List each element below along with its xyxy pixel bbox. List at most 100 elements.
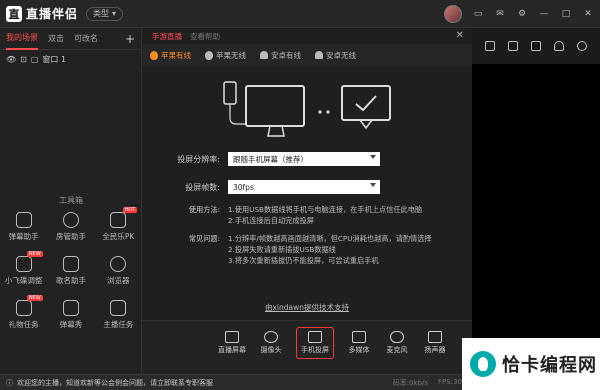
eye-icon[interactable]: 👁 [6,55,16,64]
browser-icon [110,256,127,272]
android-icon [260,51,268,59]
tab-double-click[interactable]: 双击 [48,28,64,50]
scene-tabs: 我的场景 双击 可改名 + [0,28,141,50]
tab-rename[interactable]: 可改名 [74,28,98,50]
screen-capture-button[interactable]: 直播屏幕 [218,331,246,355]
tab-label: 安卓有线 [271,50,301,60]
app-logo: 直 直播伴侣 [6,5,78,22]
tool-label: 全民乐PK [102,232,135,241]
scene-item[interactable]: 👁 ⊡ ▢ 窗口 1 [0,50,141,68]
tool-label: 弹幕助手 [8,232,39,241]
watermark-text: 恰卡编程网 [502,355,597,376]
tab-apple-wired[interactable]: 苹果有线 [150,50,191,61]
cable-line [229,104,246,125]
faq-line: 2.投屏失败请重新插拔USB数据线 [228,245,336,254]
watermark-logo-icon [470,351,496,377]
tool-anchor-task[interactable]: 主播任务 [95,300,142,336]
tool-ufo[interactable]: NEW 小飞碟调整 [0,251,47,292]
fps-label: 投屏帧数: [185,182,220,192]
close-icon[interactable]: ✕ [582,8,594,20]
tool-pk[interactable]: HOT 全民乐PK [95,207,142,248]
bitrate: 码率:0kb/s [392,379,429,387]
status-text: 欢迎您的主播，知道欢新等公会例会问题，请立即联系专职客服 [17,378,213,387]
mail-icon[interactable]: ✉ [494,8,506,20]
settings-icon[interactable] [577,41,588,51]
usage-label: 使用方法: [188,205,220,214]
close-icon[interactable]: ✕ [456,30,464,41]
chevron-down-icon: ▾ [112,9,117,18]
microphone-button[interactable]: 麦克风 [384,331,410,355]
show-icon [62,300,79,316]
speaker-button[interactable]: 扬声器 [422,331,448,355]
tab-android-wired[interactable]: 安卓有线 [260,50,301,61]
tool-room-admin[interactable]: 房管助手 [47,212,94,248]
logo-icon: 直 [6,5,22,22]
add-scene-button[interactable]: + [125,32,135,46]
help-link[interactable]: 查看帮助 [190,31,220,42]
resolution-value: 跟随手机屏幕（推荐） [233,154,308,164]
lock-icon[interactable]: ⊡ [20,55,27,64]
tool-browser[interactable]: 浏览器 [95,256,142,292]
apple-icon [205,50,213,60]
resolution-select[interactable]: 跟随手机屏幕（推荐） [228,152,380,166]
tool-label: 歌名助手 [55,276,86,285]
tab-my-scenes[interactable]: 我的场景 [6,28,38,50]
fps-row: 投屏帧数: 30fps [174,180,380,194]
scene-name: 窗口 1 [42,54,67,64]
tab-apple-wireless[interactable]: 苹果无线 [205,50,246,61]
music-icon [62,256,79,272]
app-window: 直 直播伴侣 类型 ▾ ▭ ✉ ⚙ — □ ✕ 我的场景 双击 可改名 + 👁 ⊡… [0,0,600,390]
tab-mobile-live[interactable]: 手游直播 [152,31,182,42]
mode-dropdown[interactable]: 类型 ▾ [86,6,124,21]
left-panel: 我的场景 双击 可改名 + 👁 ⊡ ▢ 窗口 1 工具箱 弹幕助手 房管助手 H… [0,28,142,374]
tool-label: 浏览器 [107,276,130,285]
tool-label: 礼物任务 [8,320,39,329]
faq-info: 常见问题: 1.分辨率/帧数越高画面越清晰，但CPU消耗也越高，请酌情选择 2.投… [174,233,432,266]
tool-gift-task[interactable]: NEW 礼物任务 [0,295,47,336]
preview-toolbar [472,28,600,64]
chevron-down-icon [370,183,376,187]
screen-base [359,119,373,130]
lock-icon[interactable] [507,41,518,51]
tech-support-link[interactable]: 由xindawn提供技术支持 [142,302,472,313]
mode-label: 类型 [93,9,110,18]
tab-android-wireless[interactable]: 安卓无线 [315,50,356,61]
monitor-stand [267,125,285,137]
projection-panel: 手游直播 查看帮助 ✕ 苹果有线 苹果无线 安卓有线 安卓无线 投屏分辨率: 跟… [142,28,472,374]
screen-icon [341,85,391,121]
stream-stats: 码率:0kb/s FPS:30 [393,378,462,388]
chat-icon[interactable] [484,41,495,51]
media-button[interactable]: 多媒体 [346,331,372,355]
button-label: 多媒体 [348,346,370,354]
tool-danmu-show[interactable]: 弹幕秀 [47,300,94,336]
faq-line: 3.将多次重新插拔仍不能投屏，可尝试重启手机 [228,256,379,265]
minimize-icon[interactable]: — [538,8,550,20]
button-label: 直播屏幕 [218,346,246,354]
resolution-row: 投屏分辨率: 跟随手机屏幕（推荐） [174,152,380,166]
tools-grid: 弹幕助手 房管助手 HOT 全民乐PK NEW 小飞碟调整 歌名助手 浏览器 NEW… [0,207,142,336]
layout-icon[interactable] [530,41,541,51]
tab-label: 苹果有线 [161,50,191,60]
camera-icon [264,331,278,343]
tool-song[interactable]: 歌名助手 [47,256,94,292]
tools-title: 工具箱 [59,196,83,205]
settings-icon[interactable]: ⚙ [516,8,528,20]
message-icon[interactable]: ▭ [472,8,484,20]
avatar[interactable] [444,5,462,23]
tool-label: 弹幕秀 [59,320,83,329]
speaker-icon [428,331,442,343]
phone-projection-button[interactable]: 手机投屏 [296,327,334,359]
fps-select[interactable]: 30fps [228,180,380,194]
bell-icon[interactable] [554,41,565,51]
window-icon: ▢ [30,54,39,64]
camera-button[interactable]: 摄像头 [258,331,284,355]
maximize-icon[interactable]: □ [560,8,572,20]
apple-icon [150,50,158,60]
source-bar: 直播屏幕 摄像头 手机投屏 多媒体 麦克风 扬声器 [142,320,472,374]
tool-danmu-helper[interactable]: 弹幕助手 [0,212,47,248]
pk-icon: HOT [110,207,138,228]
button-label: 麦克风 [386,346,408,354]
button-label: 手机投屏 [301,346,329,354]
tool-label: 主播任务 [103,320,134,329]
microphone-icon [390,331,404,343]
